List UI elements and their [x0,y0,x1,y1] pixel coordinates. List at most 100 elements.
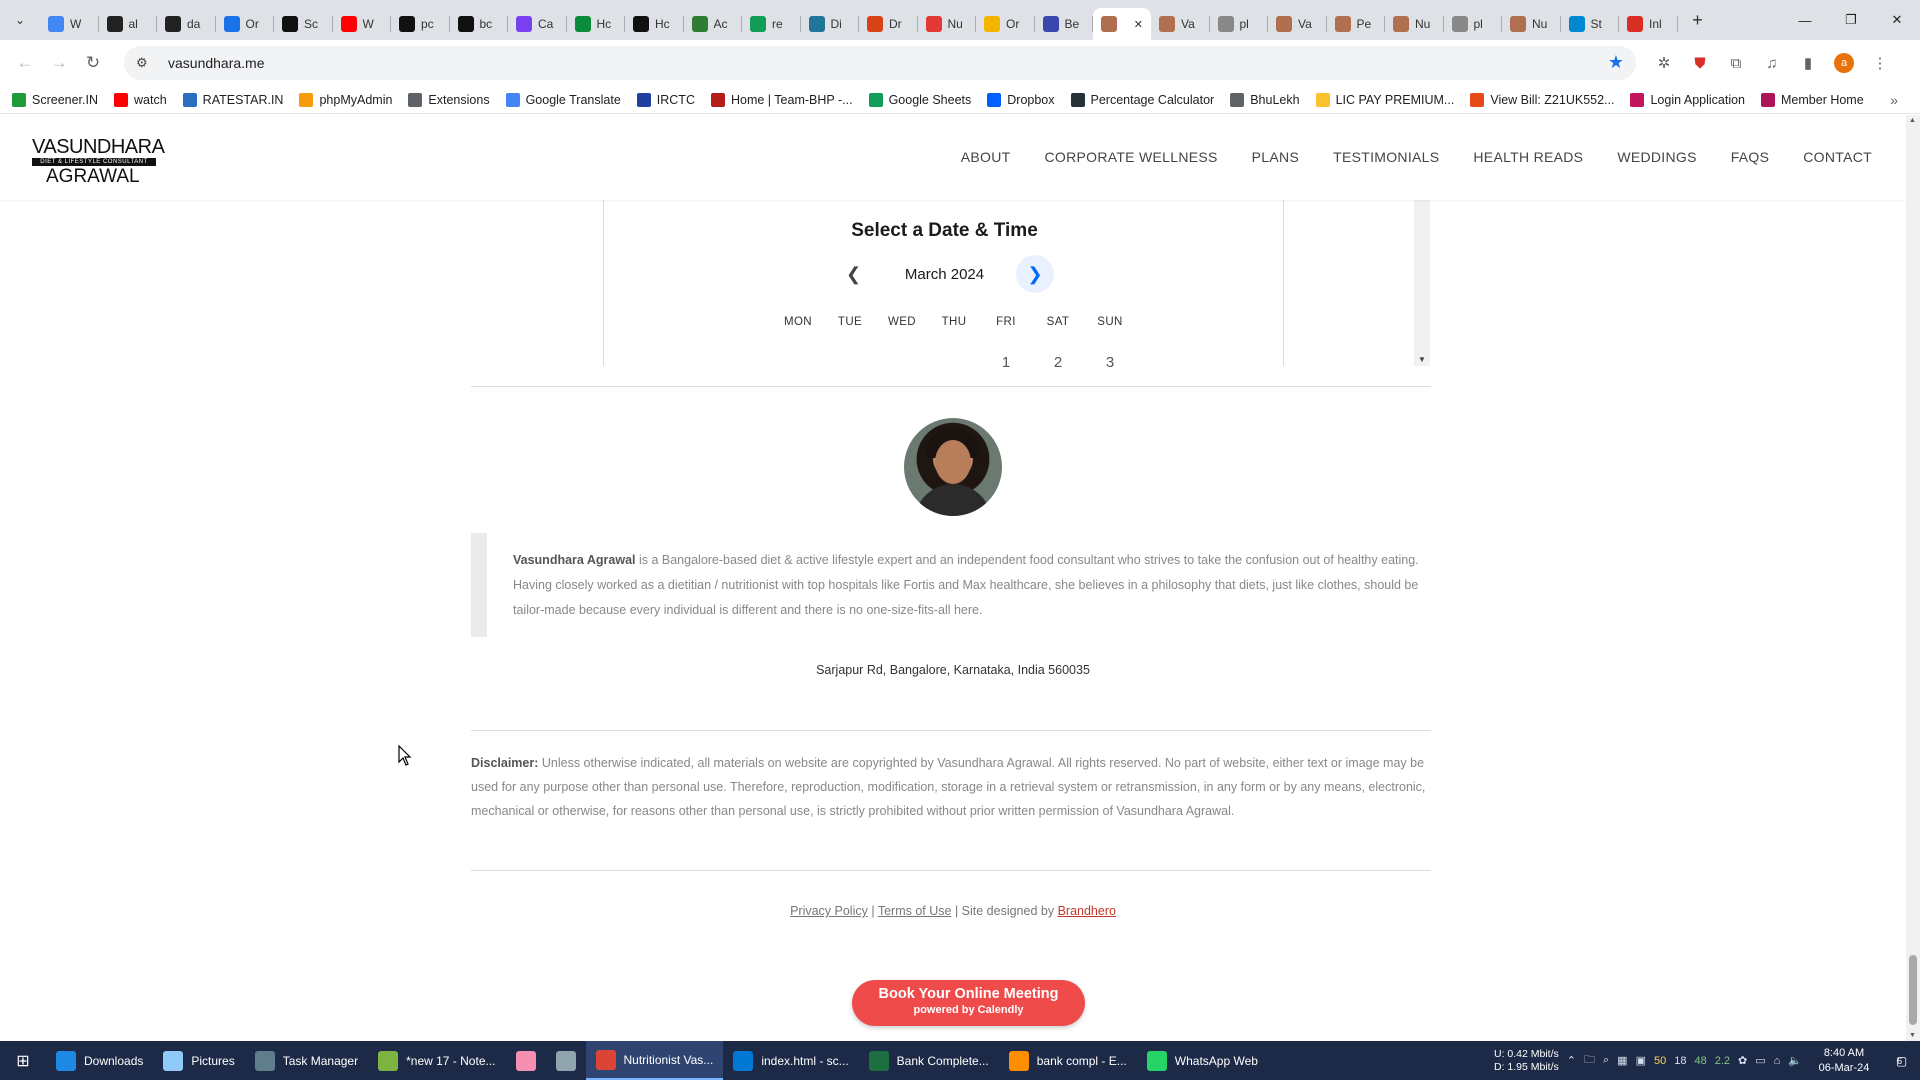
taskbar-item[interactable]: Bank Complete... [859,1041,999,1080]
calendar-tray-icon[interactable]: ▦ [1617,1054,1627,1067]
terms-of-use-link[interactable]: Terms of Use [878,904,952,918]
browser-tab[interactable]: Nu [918,8,977,40]
profile-avatar-icon[interactable]: a [1834,53,1854,73]
scrollbar-thumb[interactable] [1909,955,1917,1025]
chrome-menu-icon[interactable]: ⋮ [1864,46,1896,80]
taskbar-item[interactable]: WhatsApp Web [1137,1041,1268,1080]
browser-tab[interactable]: Sc [274,8,333,40]
nav-link-weddings[interactable]: WEDDINGS [1617,149,1696,165]
taskbar-item[interactable]: Nutritionist Vas... [585,1041,724,1080]
shield-extension-icon[interactable]: ⛊ [1684,46,1716,80]
browser-tab[interactable]: Di [801,8,860,40]
browser-tab[interactable]: bc [450,8,509,40]
scroll-down-arrow-icon[interactable]: ▼ [1418,355,1426,364]
url-text[interactable]: vasundhara.me [168,55,265,71]
browser-tab[interactable]: Ac [684,8,743,40]
network-icon[interactable]: ⌂ [1774,1055,1781,1067]
browser-tab[interactable]: al [99,8,158,40]
bookmark-item[interactable]: Google Translate [505,92,621,107]
bookmark-star-icon[interactable]: ★ [1608,52,1624,73]
taskbar-item[interactable]: Pictures [153,1041,244,1080]
browser-tab[interactable]: da [157,8,216,40]
bookmark-item[interactable]: RATESTAR.IN [182,92,283,107]
page-scrollbar[interactable]: ▲ ▼ [1906,115,1920,1041]
notification-center-icon[interactable]: ▢ 6 [1886,1048,1912,1074]
site-logo[interactable]: VASUNDHARA DIET & LIFESTYLE CONSULTANT A… [32,137,165,186]
bookmark-item[interactable]: Extensions [408,92,490,107]
nav-link-health-reads[interactable]: HEALTH READS [1473,149,1583,165]
taskbar-item[interactable]: Downloads [46,1041,153,1080]
bookmark-item[interactable]: Home | Team-BHP -... [710,92,853,107]
browser-tab[interactable]: re [742,8,801,40]
show-hidden-icons-icon[interactable]: ⌃ [1567,1054,1576,1067]
browser-tab[interactable]: Or [976,8,1035,40]
browser-tab[interactable]: Hc [625,8,684,40]
bookmark-item[interactable]: Screener.IN [12,92,98,107]
calendar-tray-icon[interactable]: ▣ [1636,1054,1646,1067]
browser-tab[interactable]: Nu [1385,8,1444,40]
calendar-date[interactable]: 2 [1032,354,1084,371]
scroll-down-arrow-icon[interactable]: ▼ [1909,1032,1916,1039]
browser-tab[interactable]: pl [1210,8,1269,40]
side-panel-icon[interactable]: ▮ [1792,46,1824,80]
brandhero-link[interactable]: Brandhero [1058,904,1116,918]
nav-link-corporate-wellness[interactable]: CORPORATE WELLNESS [1044,149,1217,165]
bookmark-item[interactable]: LIC PAY PREMIUM... [1315,92,1454,107]
nav-link-about[interactable]: ABOUT [961,149,1011,165]
restore-button[interactable]: ❐ [1828,0,1874,40]
address-bar[interactable]: ⚙ vasundhara.me ★ [124,46,1636,80]
browser-tab[interactable]: W [333,8,392,40]
taskbar-item[interactable]: *new 17 - Note... [368,1041,505,1080]
volume-icon[interactable]: 🔈 [1788,1054,1802,1067]
taskbar-item[interactable]: Task Manager [245,1041,368,1080]
close-window-button[interactable]: ✕ [1874,0,1920,40]
tray-app-icon[interactable]: 🗀 [1584,1051,1595,1070]
browser-tab[interactable]: Hc [567,8,626,40]
reload-button[interactable]: ↻ [76,46,110,80]
extensions-puzzle-icon[interactable]: ⧉ [1720,46,1752,80]
bookmark-item[interactable]: Member Home [1761,92,1864,107]
windows-start-icon[interactable]: ⊞ [0,1041,46,1080]
forward-button[interactable]: → [42,46,76,80]
browser-tab[interactable]: pc [391,8,450,40]
nav-link-contact[interactable]: CONTACT [1803,149,1872,165]
bookmark-item[interactable]: phpMyAdmin [299,92,392,107]
browser-tab[interactable]: Pe [1327,8,1386,40]
browser-tab[interactable]: Or [216,8,275,40]
media-control-icon[interactable]: ♫ [1756,46,1788,80]
tray-app-icon[interactable]: ✿ [1738,1054,1747,1067]
nav-link-faqs[interactable]: FAQS [1731,149,1770,165]
calendar-date[interactable]: 3 [1084,354,1136,371]
browser-tab[interactable]: Va [1268,8,1327,40]
bookmark-item[interactable]: Login Application [1630,92,1745,107]
calendar-scrollbar[interactable]: ▼ [1414,200,1430,366]
scroll-up-arrow-icon[interactable]: ▲ [1909,117,1916,124]
new-tab-button[interactable]: + [1682,4,1714,36]
browser-tab[interactable]: W [40,8,99,40]
extension-icon[interactable]: ✲ [1648,46,1680,80]
bookmark-item[interactable]: BhuLekh [1230,92,1300,107]
taskbar-item[interactable]: bank compl - E... [999,1041,1137,1080]
browser-tab[interactable]: Va [1151,8,1210,40]
taskbar-item[interactable] [546,1041,586,1080]
search-tray-icon[interactable]: ⌕ [1603,1054,1609,1067]
bookmark-item[interactable]: Percentage Calculator [1070,92,1214,107]
calendar-date[interactable]: 1 [980,354,1032,371]
minimize-button[interactable]: — [1782,0,1828,40]
browser-tab[interactable]: Ca [508,8,567,40]
browser-tab[interactable]: St [1561,8,1620,40]
privacy-policy-link[interactable]: Privacy Policy [790,904,868,918]
bookmark-item[interactable]: watch [114,92,167,107]
nav-link-testimonials[interactable]: TESTIMONIALS [1333,149,1439,165]
browser-tab[interactable]: Nu [1502,8,1561,40]
bookmarks-overflow-icon[interactable]: » [1890,92,1898,108]
browser-tab[interactable]: Be [1035,8,1094,40]
browser-tab[interactable]: Dr [859,8,918,40]
clock[interactable]: 8:40 AM 06-Mar-24 [1810,1046,1878,1076]
next-month-button[interactable]: ❯ [1016,255,1054,293]
back-button[interactable]: ← [8,46,42,80]
book-meeting-button[interactable]: Book Your Online Meeting powered by Cale… [852,980,1085,1026]
bookmark-item[interactable]: Google Sheets [868,92,971,107]
battery-icon[interactable]: ▭ [1755,1054,1765,1067]
taskbar-item[interactable]: index.html - sc... [723,1041,858,1080]
